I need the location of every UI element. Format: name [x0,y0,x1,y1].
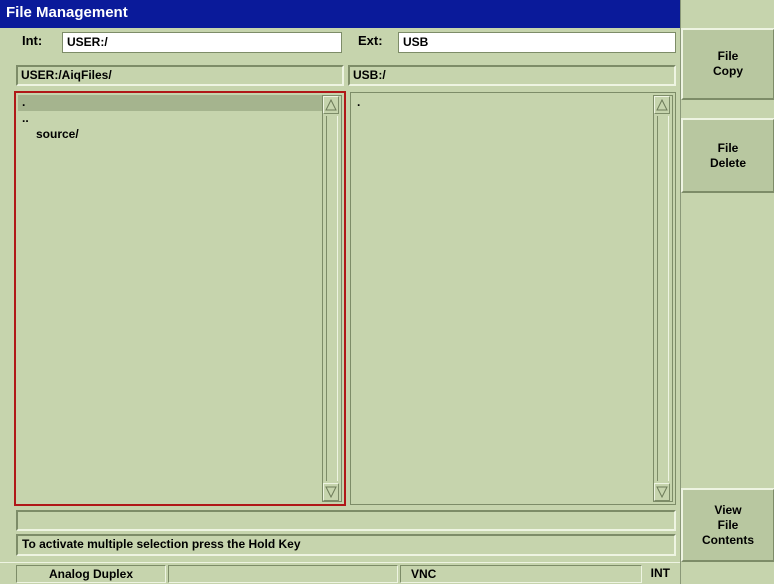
status-line-1 [16,510,676,531]
file-copy-button[interactable]: File Copy [681,28,774,100]
mode-indicator: Analog Duplex [16,565,166,583]
bottom-bar-blank [168,565,398,583]
softkey-column: File Copy File Delete View File Contents [680,0,774,584]
int-file-list-panel[interactable]: . .. source/ [14,91,346,506]
view-file-contents-button[interactable]: View File Contents [681,488,774,562]
scroll-track[interactable] [657,116,669,481]
list-item[interactable]: . [18,95,322,111]
status-line-2: To activate multiple selection press the… [16,534,676,556]
ext-label: Ext: [358,33,383,48]
list-item[interactable]: . [353,95,653,111]
ext-location-field[interactable]: USB [398,32,676,53]
scroll-up-arrow-icon[interactable] [654,96,670,114]
int-scrollbar[interactable] [322,95,342,502]
list-item[interactable]: .. [18,111,322,127]
remote-indicator: VNC [400,565,642,583]
scroll-track[interactable] [326,116,338,481]
window-title: File Management [0,0,680,28]
source-indicator: INT [650,566,670,580]
int-current-path: USER:/AiqFiles/ [16,65,344,86]
bottom-status-bar: Analog Duplex VNC INT [0,562,680,584]
int-label: Int: [22,33,43,48]
int-location-field[interactable]: USER:/ [62,32,342,53]
ext-current-path: USB:/ [348,65,676,86]
ext-file-list: . [353,95,653,502]
ext-scrollbar[interactable] [653,95,673,502]
scroll-down-arrow-icon[interactable] [654,483,670,501]
int-file-list: . .. source/ [18,95,322,502]
scroll-down-arrow-icon[interactable] [323,483,339,501]
list-item[interactable]: source/ [18,127,322,143]
ext-file-list-panel[interactable]: . [350,92,676,505]
scroll-up-arrow-icon[interactable] [323,96,339,114]
file-delete-button[interactable]: File Delete [681,118,774,193]
